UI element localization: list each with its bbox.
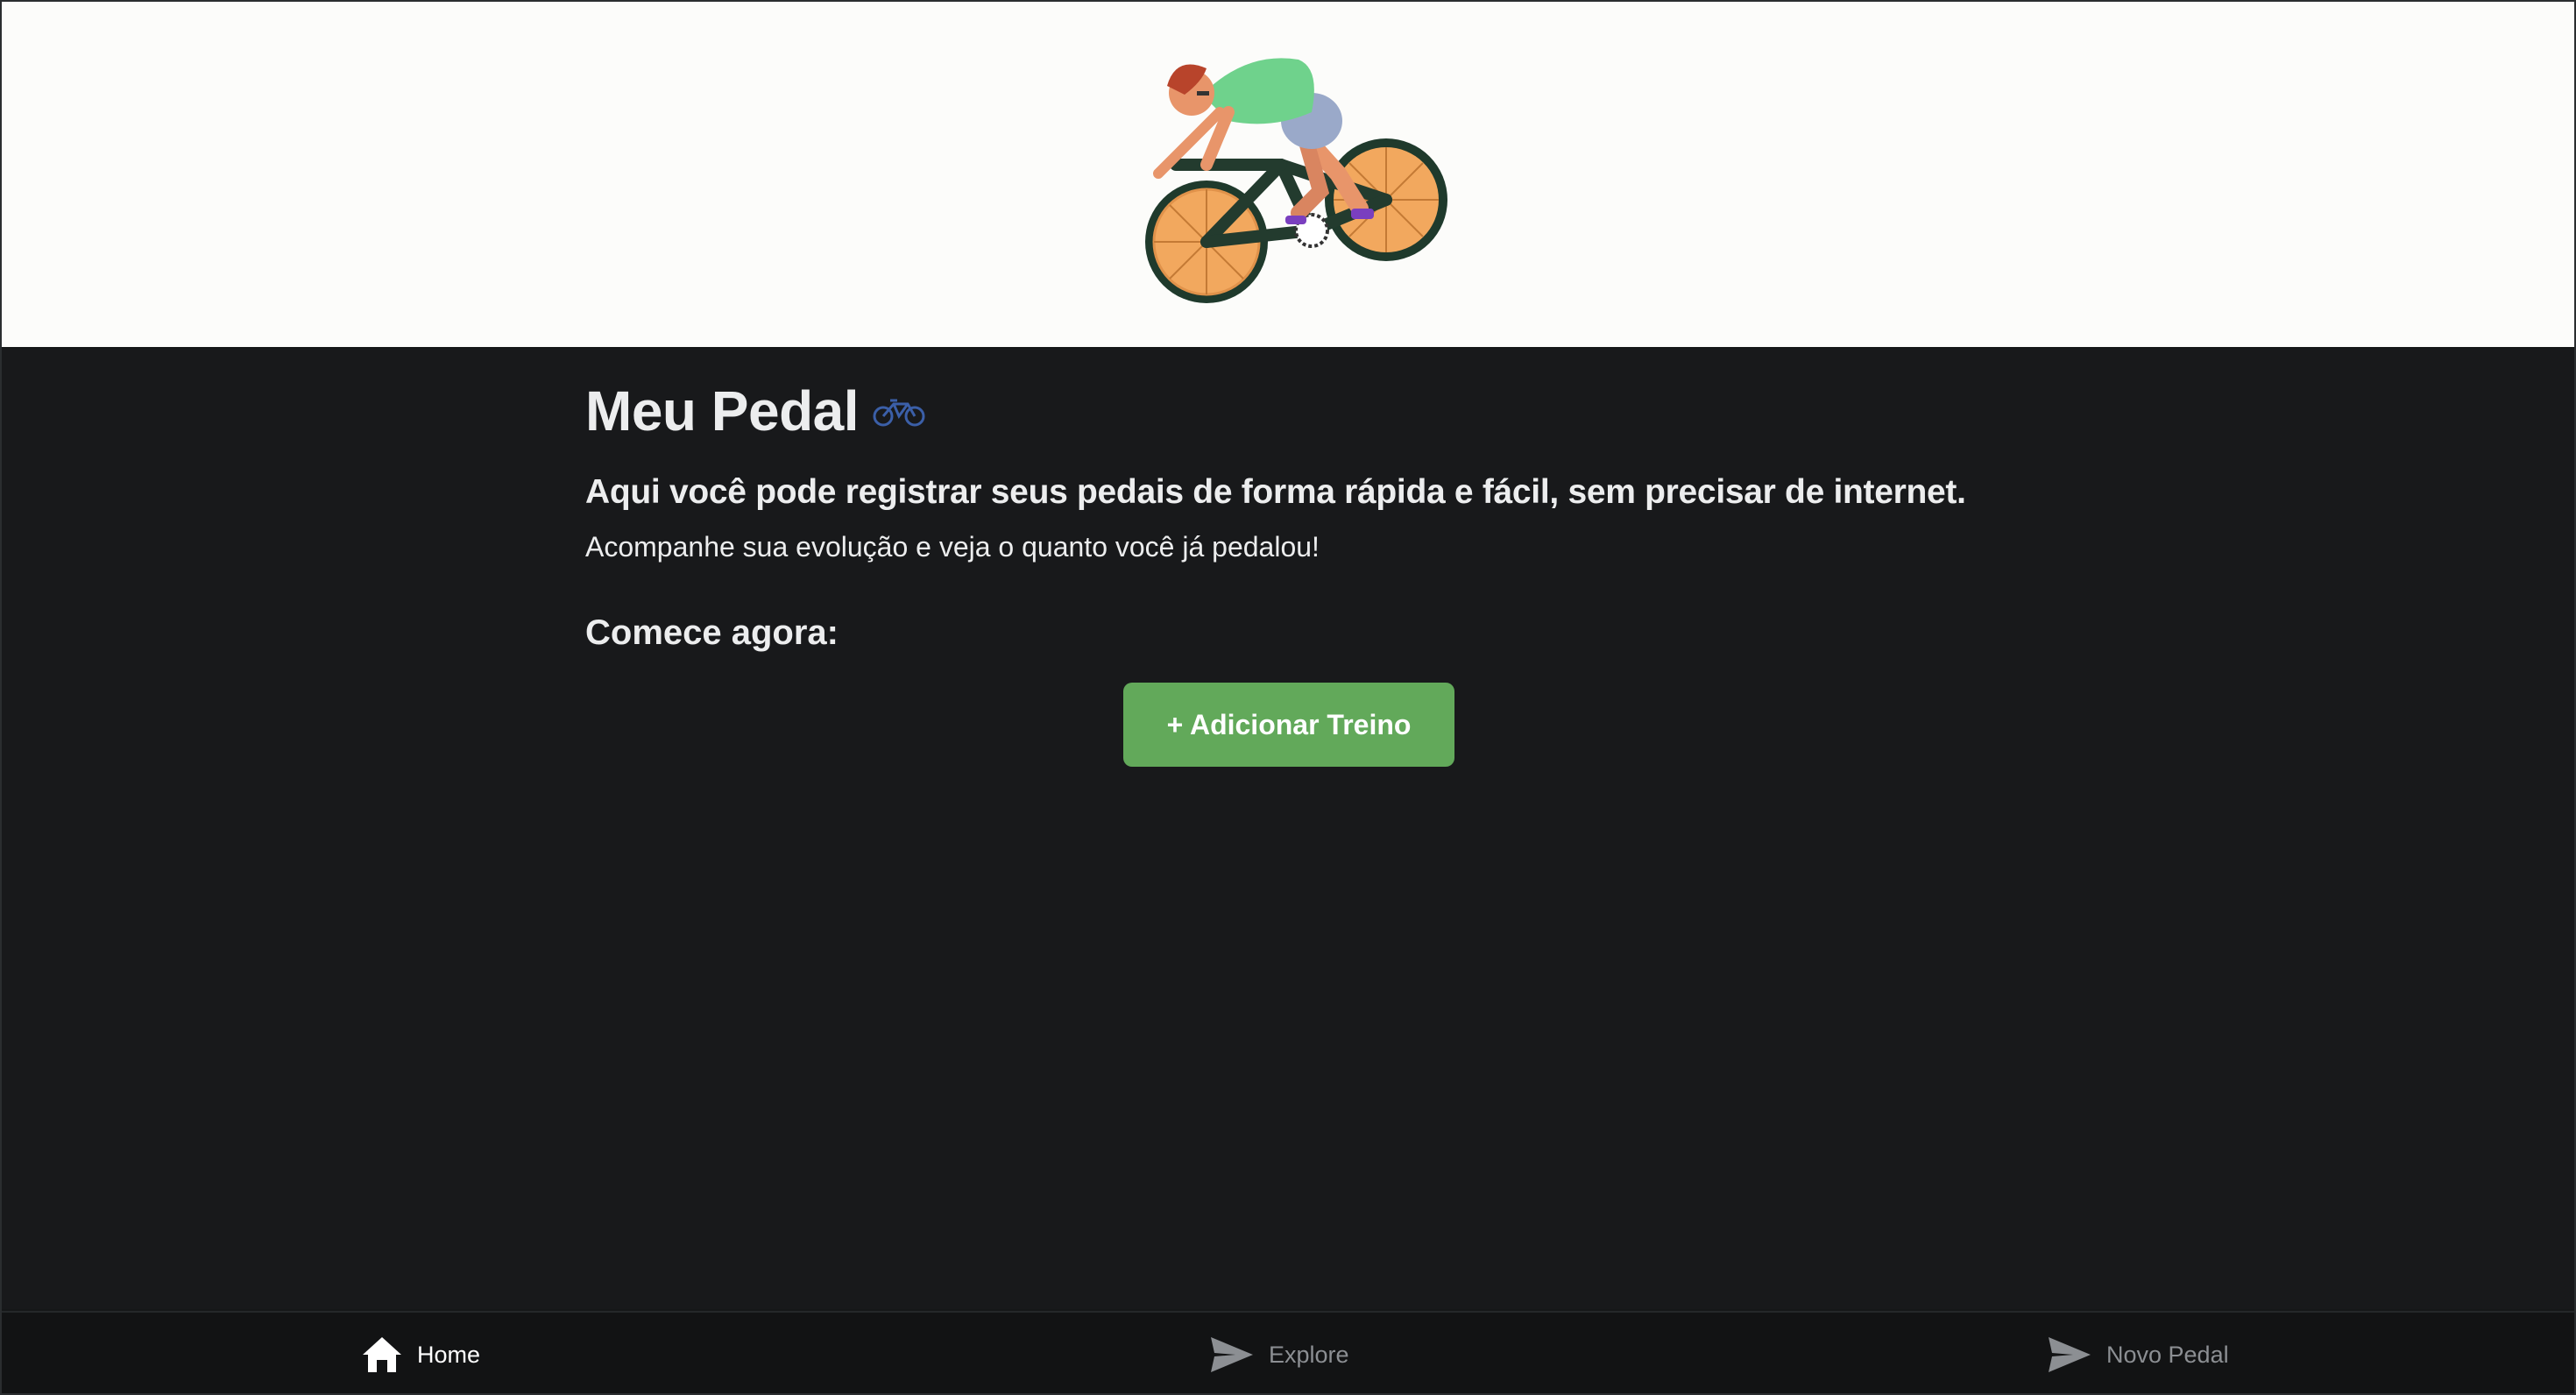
tab-novo-pedal-label: Novo Pedal — [2106, 1341, 2229, 1368]
cyclist-illustration — [1145, 58, 1447, 303]
start-heading: Comece agora: — [585, 613, 839, 652]
header-banner — [2, 2, 2574, 347]
subtitle: Aqui você pode registrar seus pedais de … — [585, 473, 1966, 511]
tab-home-label: Home — [417, 1341, 481, 1368]
add-workout-button[interactable]: + Adicionar Treino — [1123, 683, 1454, 767]
paper-plane-icon — [2049, 1337, 2091, 1372]
home-icon — [363, 1337, 401, 1372]
tab-explore[interactable]: Explore — [1209, 1313, 1349, 1393]
title-row: Meu Pedal — [585, 379, 925, 443]
description: Acompanhe sua evolução e veja o quanto v… — [585, 531, 1320, 563]
main-content: Meu Pedal Aqui você pode registrar seus … — [2, 349, 2574, 1309]
paper-plane-icon — [1211, 1337, 1253, 1372]
tab-home[interactable]: Home — [361, 1313, 481, 1393]
bicycle-icon — [873, 399, 925, 427]
app-window: Meu Pedal Aqui você pode registrar seus … — [0, 0, 2576, 1395]
tab-explore-label: Explore — [1269, 1341, 1349, 1368]
bottom-tab-bar: Home Explore Novo Pedal — [2, 1311, 2574, 1393]
page-title: Meu Pedal — [585, 379, 860, 443]
tab-novo-pedal[interactable]: Novo Pedal — [2047, 1313, 2229, 1393]
